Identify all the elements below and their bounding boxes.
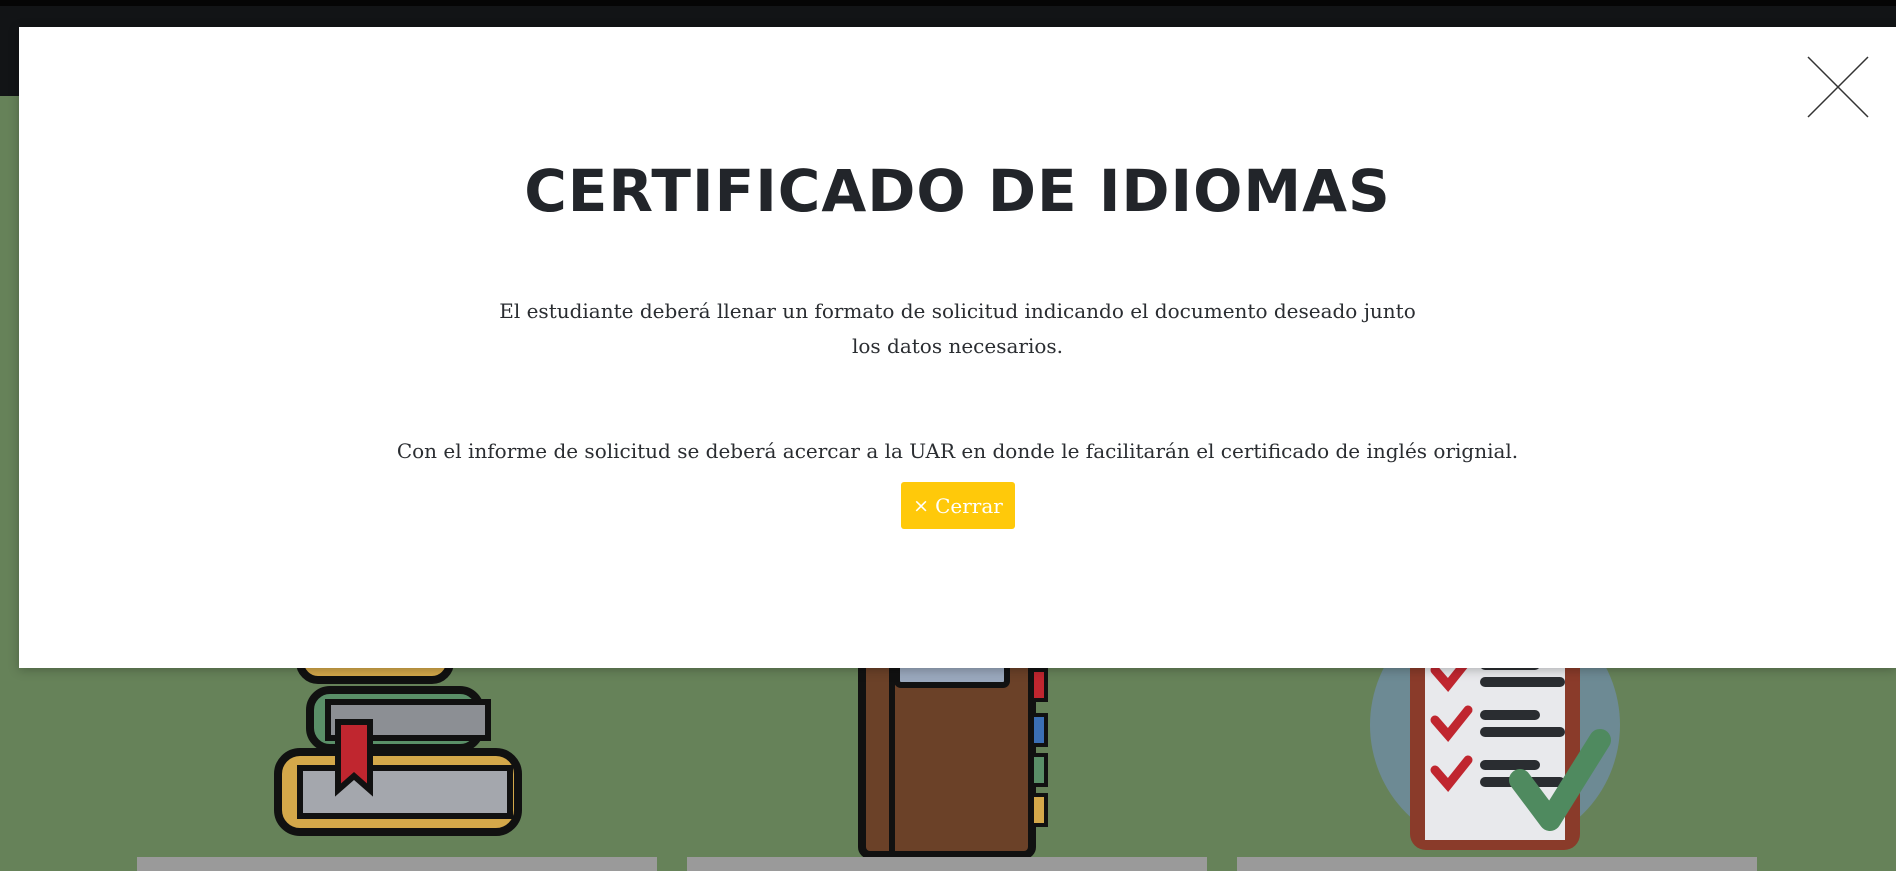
close-icon [1807, 56, 1869, 118]
card-bar [137, 857, 657, 871]
modal-paragraph-1: El estudiante deberá llenar un formato d… [499, 299, 1416, 358]
modal-close-button[interactable] [1806, 55, 1870, 119]
card-bar [687, 857, 1207, 871]
cerrar-button[interactable]: × Cerrar [901, 482, 1015, 529]
info-modal: CERTIFICADO DE IDIOMAS El estudiante deb… [19, 27, 1896, 668]
background-card-notebook[interactable] [687, 640, 1207, 871]
modal-paragraph-2: Con el informe de solicitud se deberá ac… [396, 439, 1519, 463]
cerrar-button-label: Cerrar [935, 493, 1003, 518]
modal-title: CERTIFICADO DE IDIOMAS [524, 157, 1391, 225]
page: CERTIFICADO DE IDIOMAS El estudiante deb… [0, 0, 1896, 871]
background-card-books[interactable] [137, 640, 657, 871]
notebook-icon [858, 640, 1048, 859]
background-card-checklist[interactable] [1237, 640, 1757, 871]
card-bar [1237, 857, 1757, 871]
books-stack-icon [274, 640, 522, 836]
checklist-icon [1370, 640, 1620, 850]
times-icon: × [913, 494, 930, 517]
